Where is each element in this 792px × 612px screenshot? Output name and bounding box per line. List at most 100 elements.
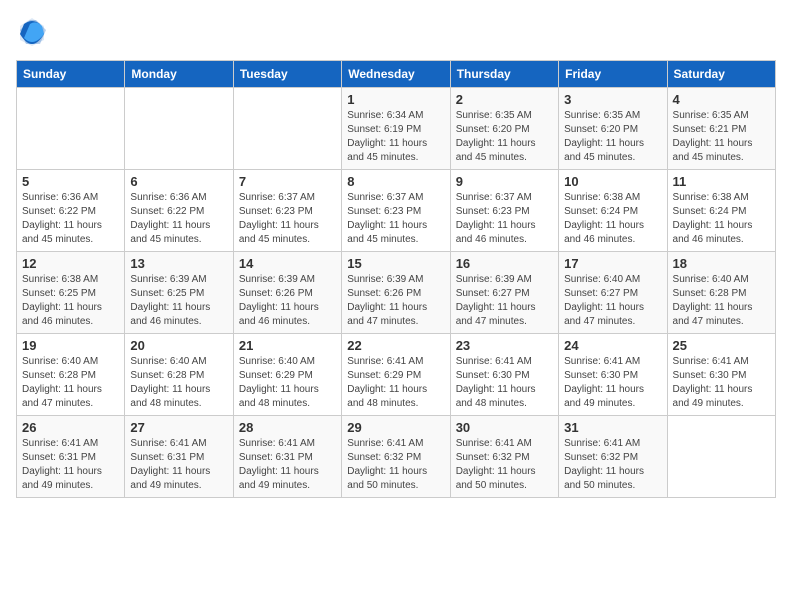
day-header-thursday: Thursday [450, 61, 558, 88]
calendar-cell: 28 Sunrise: 6:41 AM Sunset: 6:31 PM Dayli… [233, 416, 341, 498]
day-number: 25 [673, 338, 770, 353]
day-info: Sunrise: 6:40 AM Sunset: 6:27 PM Dayligh… [564, 273, 661, 329]
day-number: 2 [456, 92, 553, 107]
day-info: Sunrise: 6:41 AM Sunset: 6:32 PM Dayligh… [347, 437, 444, 493]
calendar-cell: 2 Sunrise: 6:35 AM Sunset: 6:20 PM Daylig… [450, 88, 558, 170]
calendar-cell: 23Sunrise: 6:41 AM Sunset: 6:30 PM Dayli… [450, 334, 558, 416]
day-number: 4 [673, 92, 770, 107]
day-number: 31 [564, 420, 661, 435]
day-number: 23 [456, 338, 553, 353]
day-number: 12 [22, 256, 119, 271]
day-info: Sunrise: 6:38 AM Sunset: 6:24 PM Dayligh… [673, 191, 770, 247]
calendar-cell: 21 Sunrise: 6:40 AM Sunset: 6:29 PM Dayli… [233, 334, 341, 416]
calendar-cell [233, 88, 341, 170]
day-info: Sunrise: 6:40 AM Sunset: 6:28 PM Dayligh… [673, 273, 770, 329]
calendar-week-row: 12Sunrise: 6:38 AM Sunset: 6:25 PM Dayli… [17, 252, 776, 334]
calendar-cell: 5 Sunrise: 6:36 AM Sunset: 6:22 PM Daylig… [17, 170, 125, 252]
day-number: 15 [347, 256, 444, 271]
day-number: 5 [22, 174, 119, 189]
day-info: Sunrise: 6:34 AM Sunset: 6:19 PM Dayligh… [347, 109, 444, 165]
day-info: Sunrise: 6:41 AM Sunset: 6:30 PM Dayligh… [673, 355, 770, 411]
calendar-cell [17, 88, 125, 170]
day-number: 3 [564, 92, 661, 107]
calendar-table: SundayMondayTuesdayWednesdayThursdayFrid… [16, 60, 776, 498]
calendar-cell: 4 Sunrise: 6:35 AM Sunset: 6:21 PM Daylig… [667, 88, 775, 170]
calendar-cell [125, 88, 233, 170]
day-info: Sunrise: 6:41 AM Sunset: 6:31 PM Dayligh… [239, 437, 336, 493]
page-header [16, 16, 776, 48]
day-info: Sunrise: 6:39 AM Sunset: 6:26 PM Dayligh… [239, 273, 336, 329]
day-number: 26 [22, 420, 119, 435]
day-info: Sunrise: 6:41 AM Sunset: 6:30 PM Dayligh… [564, 355, 661, 411]
day-info: Sunrise: 6:39 AM Sunset: 6:27 PM Dayligh… [456, 273, 553, 329]
day-info: Sunrise: 6:40 AM Sunset: 6:28 PM Dayligh… [130, 355, 227, 411]
calendar-cell: 12Sunrise: 6:38 AM Sunset: 6:25 PM Dayli… [17, 252, 125, 334]
calendar-week-row: 26 Sunrise: 6:41 AM Sunset: 6:31 PM Dayli… [17, 416, 776, 498]
day-number: 14 [239, 256, 336, 271]
day-header-wednesday: Wednesday [342, 61, 450, 88]
day-number: 10 [564, 174, 661, 189]
day-number: 21 [239, 338, 336, 353]
calendar-cell: 17 Sunrise: 6:40 AM Sunset: 6:27 PM Dayli… [559, 252, 667, 334]
day-number: 24 [564, 338, 661, 353]
calendar-cell: 1 Sunrise: 6:34 AM Sunset: 6:19 PM Daylig… [342, 88, 450, 170]
day-header-tuesday: Tuesday [233, 61, 341, 88]
day-number: 27 [130, 420, 227, 435]
day-number: 20 [130, 338, 227, 353]
day-info: Sunrise: 6:37 AM Sunset: 6:23 PM Dayligh… [347, 191, 444, 247]
logo [16, 16, 52, 48]
calendar-cell: 6 Sunrise: 6:36 AM Sunset: 6:22 PM Daylig… [125, 170, 233, 252]
day-info: Sunrise: 6:41 AM Sunset: 6:31 PM Dayligh… [130, 437, 227, 493]
calendar-cell: 19 Sunrise: 6:40 AM Sunset: 6:28 PM Dayli… [17, 334, 125, 416]
day-info: Sunrise: 6:41 AM Sunset: 6:32 PM Dayligh… [456, 437, 553, 493]
day-info: Sunrise: 6:36 AM Sunset: 6:22 PM Dayligh… [130, 191, 227, 247]
calendar-cell: 30 Sunrise: 6:41 AM Sunset: 6:32 PM Dayli… [450, 416, 558, 498]
day-number: 7 [239, 174, 336, 189]
calendar-cell: 13 Sunrise: 6:39 AM Sunset: 6:25 PM Dayli… [125, 252, 233, 334]
calendar-cell: 8 Sunrise: 6:37 AM Sunset: 6:23 PM Daylig… [342, 170, 450, 252]
calendar-cell: 18 Sunrise: 6:40 AM Sunset: 6:28 PM Dayli… [667, 252, 775, 334]
calendar-header-row: SundayMondayTuesdayWednesdayThursdayFrid… [17, 61, 776, 88]
day-number: 17 [564, 256, 661, 271]
calendar-cell: 3Sunrise: 6:35 AM Sunset: 6:20 PM Daylig… [559, 88, 667, 170]
calendar-cell: 24 Sunrise: 6:41 AM Sunset: 6:30 PM Dayli… [559, 334, 667, 416]
day-info: Sunrise: 6:41 AM Sunset: 6:31 PM Dayligh… [22, 437, 119, 493]
day-number: 22 [347, 338, 444, 353]
day-number: 8 [347, 174, 444, 189]
day-info: Sunrise: 6:36 AM Sunset: 6:22 PM Dayligh… [22, 191, 119, 247]
logo-icon [16, 16, 48, 48]
calendar-week-row: 1 Sunrise: 6:34 AM Sunset: 6:19 PM Daylig… [17, 88, 776, 170]
day-info: Sunrise: 6:37 AM Sunset: 6:23 PM Dayligh… [239, 191, 336, 247]
day-number: 19 [22, 338, 119, 353]
day-header-friday: Friday [559, 61, 667, 88]
calendar-cell: 9Sunrise: 6:37 AM Sunset: 6:23 PM Daylig… [450, 170, 558, 252]
day-number: 16 [456, 256, 553, 271]
day-number: 30 [456, 420, 553, 435]
calendar-cell: 27 Sunrise: 6:41 AM Sunset: 6:31 PM Dayli… [125, 416, 233, 498]
day-info: Sunrise: 6:38 AM Sunset: 6:24 PM Dayligh… [564, 191, 661, 247]
day-info: Sunrise: 6:40 AM Sunset: 6:29 PM Dayligh… [239, 355, 336, 411]
calendar-cell: 20 Sunrise: 6:40 AM Sunset: 6:28 PM Dayli… [125, 334, 233, 416]
day-number: 28 [239, 420, 336, 435]
calendar-cell: 16 Sunrise: 6:39 AM Sunset: 6:27 PM Dayli… [450, 252, 558, 334]
day-info: Sunrise: 6:39 AM Sunset: 6:26 PM Dayligh… [347, 273, 444, 329]
day-number: 13 [130, 256, 227, 271]
calendar-week-row: 19 Sunrise: 6:40 AM Sunset: 6:28 PM Dayli… [17, 334, 776, 416]
calendar-cell: 15 Sunrise: 6:39 AM Sunset: 6:26 PM Dayli… [342, 252, 450, 334]
day-number: 6 [130, 174, 227, 189]
calendar-cell: 11Sunrise: 6:38 AM Sunset: 6:24 PM Dayli… [667, 170, 775, 252]
day-number: 1 [347, 92, 444, 107]
day-number: 9 [456, 174, 553, 189]
day-header-saturday: Saturday [667, 61, 775, 88]
day-info: Sunrise: 6:39 AM Sunset: 6:25 PM Dayligh… [130, 273, 227, 329]
calendar-cell: 29Sunrise: 6:41 AM Sunset: 6:32 PM Dayli… [342, 416, 450, 498]
day-info: Sunrise: 6:40 AM Sunset: 6:28 PM Dayligh… [22, 355, 119, 411]
calendar-cell: 10 Sunrise: 6:38 AM Sunset: 6:24 PM Dayli… [559, 170, 667, 252]
day-info: Sunrise: 6:41 AM Sunset: 6:29 PM Dayligh… [347, 355, 444, 411]
day-info: Sunrise: 6:35 AM Sunset: 6:21 PM Dayligh… [673, 109, 770, 165]
day-info: Sunrise: 6:35 AM Sunset: 6:20 PM Dayligh… [456, 109, 553, 165]
day-header-monday: Monday [125, 61, 233, 88]
calendar-cell: 14 Sunrise: 6:39 AM Sunset: 6:26 PM Dayli… [233, 252, 341, 334]
day-number: 18 [673, 256, 770, 271]
calendar-cell: 31Sunrise: 6:41 AM Sunset: 6:32 PM Dayli… [559, 416, 667, 498]
